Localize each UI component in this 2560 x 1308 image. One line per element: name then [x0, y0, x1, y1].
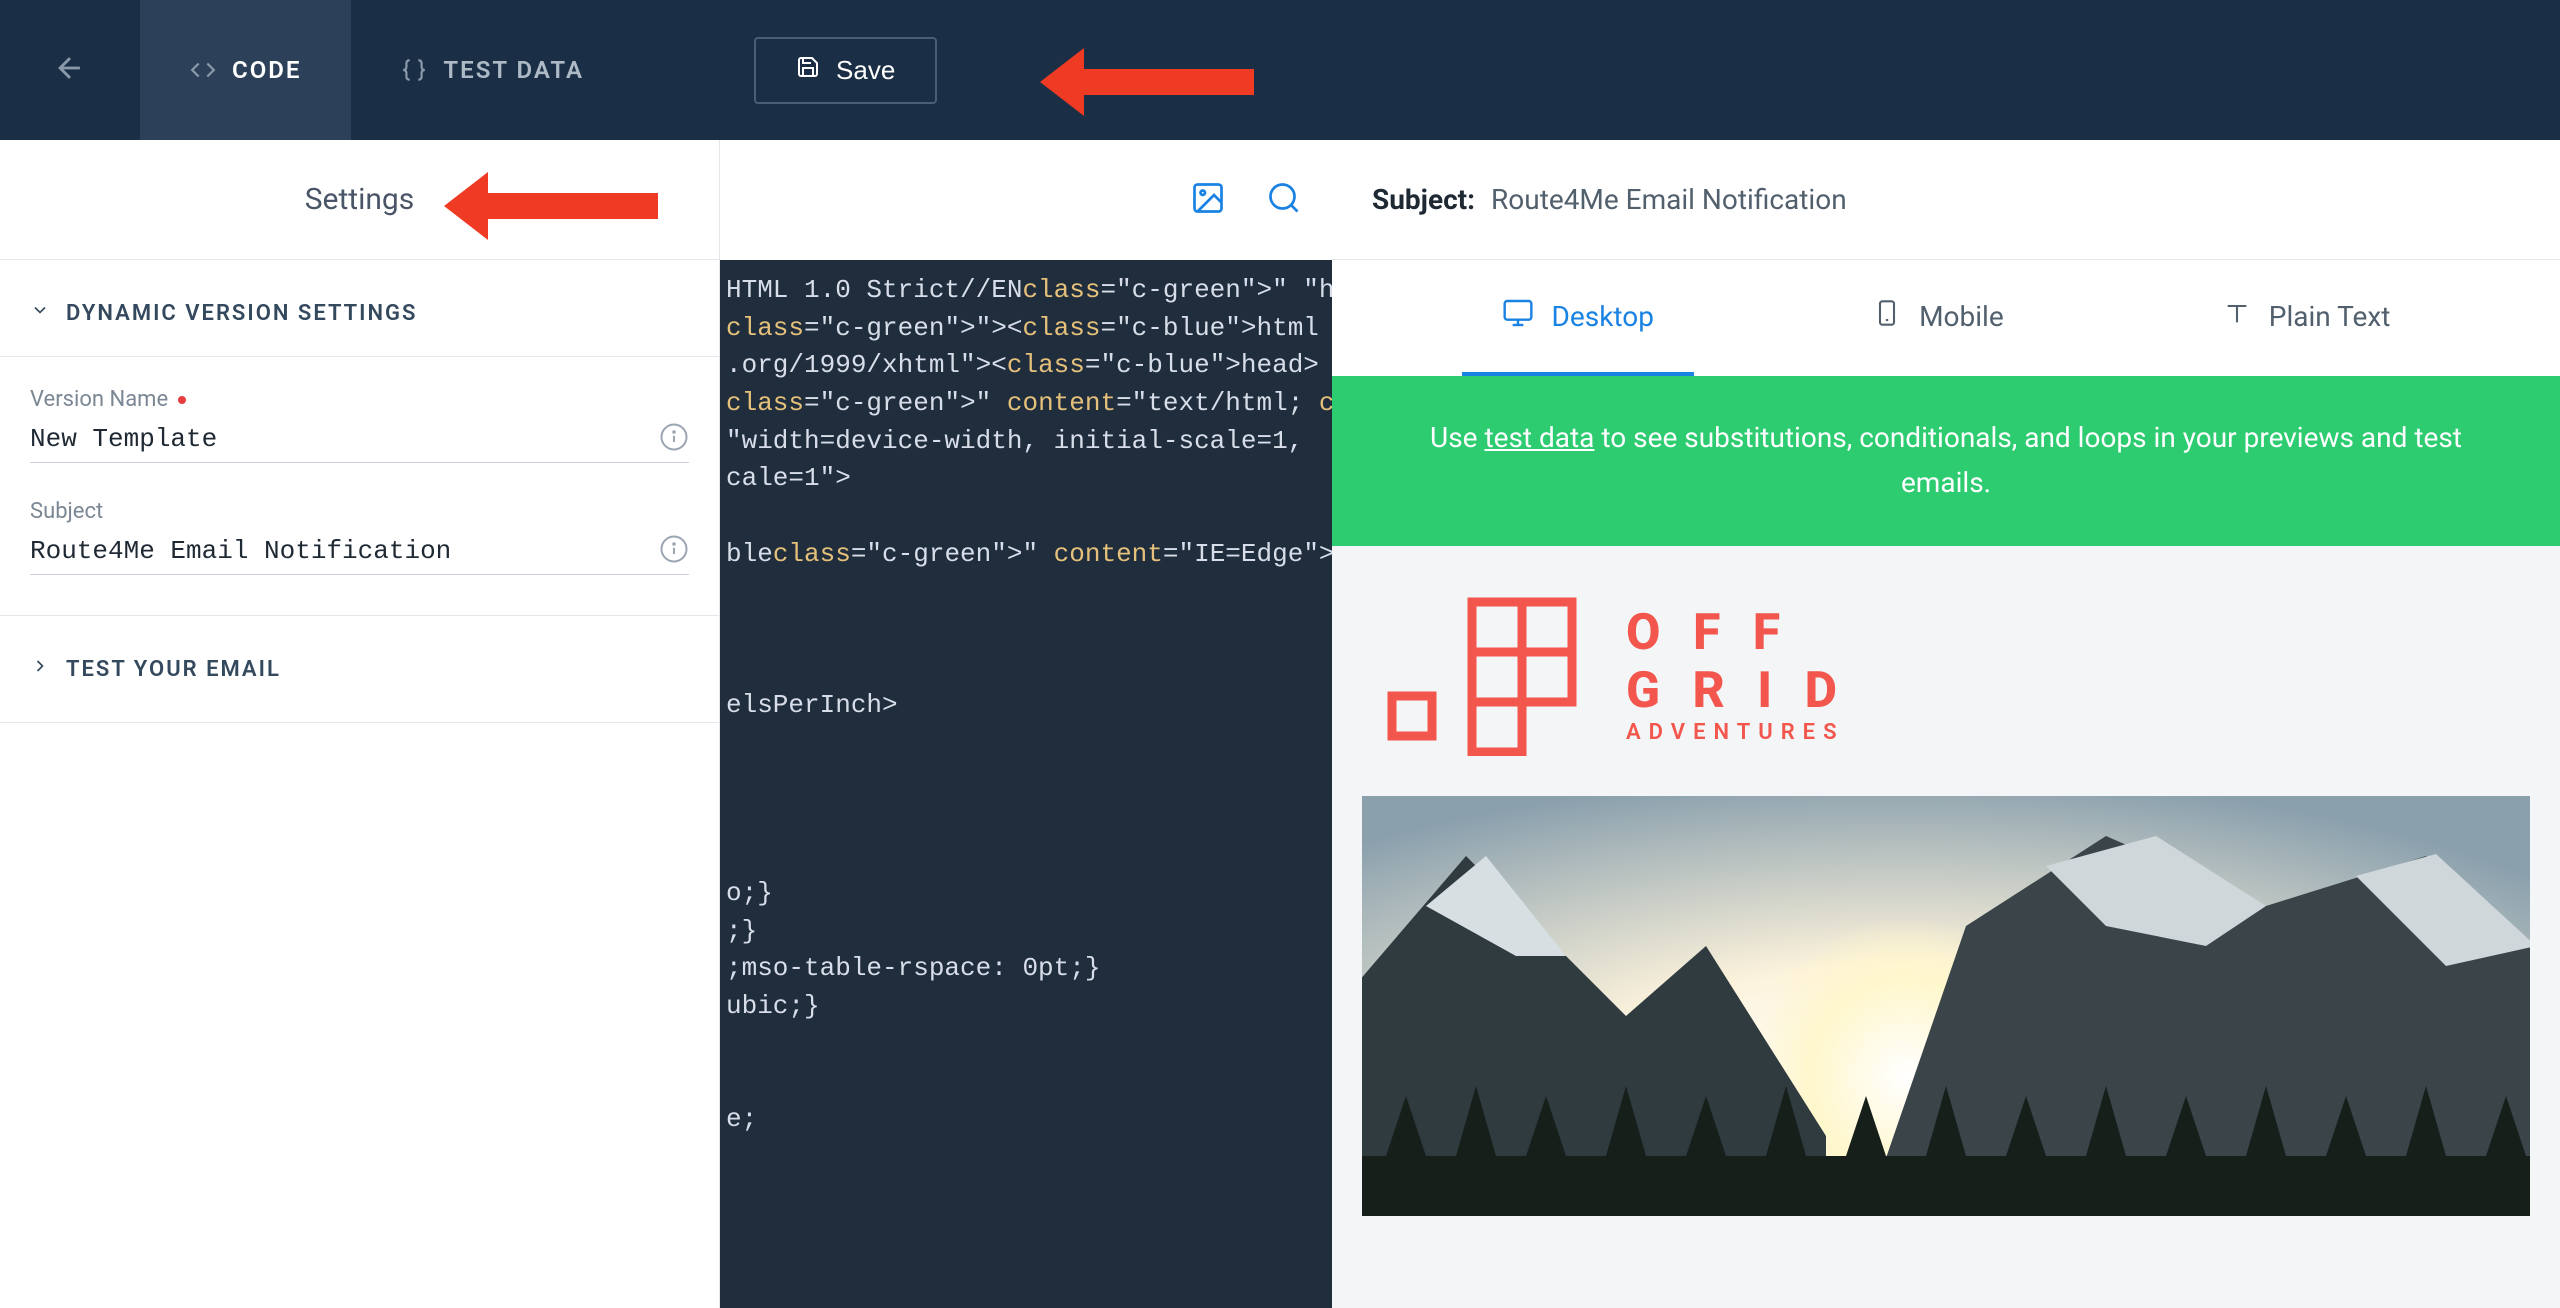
- version-name-label-text: Version Name: [30, 387, 168, 412]
- code-icon: [190, 57, 216, 83]
- info-icon[interactable]: [659, 534, 689, 568]
- mobile-icon: [1873, 299, 1901, 334]
- subject-row: [30, 534, 689, 575]
- tab-code-label: CODE: [232, 56, 301, 84]
- testdata-banner: Use test data to see substitutions, cond…: [1332, 376, 2560, 546]
- tab-testdata-label: TEST DATA: [443, 56, 584, 84]
- dynamic-version-label: DYNAMIC VERSION SETTINGS: [66, 301, 417, 326]
- desktop-icon: [1502, 297, 1534, 336]
- email-preview-body: O F F G R I D ADVENTURES: [1332, 546, 2560, 1308]
- info-icon[interactable]: [659, 422, 689, 456]
- banner-text-pre: Use: [1430, 421, 1484, 454]
- testdata-link[interactable]: test data: [1484, 421, 1594, 454]
- arrow-left-head-icon: [1040, 48, 1084, 116]
- settings-tab[interactable]: Settings: [305, 182, 415, 217]
- settings-panel: Settings DYNAMIC VERSION SETTINGS Versio…: [0, 140, 720, 1308]
- chevron-right-icon: [30, 656, 50, 682]
- save-button-label: Save: [836, 55, 895, 86]
- brand-text: O F F G R I D ADVENTURES: [1626, 605, 1847, 745]
- braces-icon: [401, 57, 427, 83]
- arrow-annotation-settings: [444, 172, 658, 240]
- banner-text-post: to see substitutions, conditionals, and …: [1594, 421, 2462, 499]
- tab-mobile[interactable]: Mobile: [1833, 260, 2044, 376]
- subject-label: Subject: [30, 499, 689, 524]
- arrow-left-head-icon: [444, 172, 488, 240]
- tab-plaintext[interactable]: Plain Text: [2183, 260, 2431, 376]
- main: Settings DYNAMIC VERSION SETTINGS Versio…: [0, 140, 2560, 1308]
- save-button[interactable]: Save: [754, 37, 937, 104]
- test-your-email-section[interactable]: TEST YOUR EMAIL: [0, 616, 719, 723]
- hero-image: [1362, 796, 2530, 1216]
- tab-desktop-label: Desktop: [1552, 300, 1654, 333]
- preview-panel: Subject: Route4Me Email Notification Des…: [1332, 140, 2560, 1308]
- dynamic-version-section-header[interactable]: DYNAMIC VERSION SETTINGS: [0, 260, 719, 356]
- device-tabs: Desktop Mobile Plain Text: [1332, 260, 2560, 376]
- brand-line2: G R I D: [1626, 663, 1847, 721]
- settings-tab-bar: Settings: [0, 140, 719, 260]
- grid-logo-icon: [1386, 596, 1586, 756]
- tab-code[interactable]: CODE: [140, 0, 351, 140]
- arrow-body-icon: [488, 193, 658, 219]
- code-editor[interactable]: HTML 1.0 Strict//ENclass="c-green">" "ht…: [720, 260, 1332, 1151]
- version-name-input[interactable]: [30, 424, 659, 454]
- tab-plaintext-label: Plain Text: [2269, 300, 2391, 333]
- brand-line1: O F F: [1626, 605, 1847, 663]
- version-name-row: [30, 422, 689, 463]
- brand-line3: ADVENTURES: [1626, 720, 1847, 745]
- arrow-annotation-save: [1040, 48, 1254, 116]
- save-icon: [796, 55, 820, 86]
- preview-subject-label: Subject:: [1372, 183, 1475, 216]
- settings-form: Version Name Subject: [0, 356, 719, 616]
- code-editor-panel: HTML 1.0 Strict//ENclass="c-green">" "ht…: [720, 140, 1332, 1308]
- version-name-label: Version Name: [30, 387, 689, 412]
- subject-input[interactable]: [30, 536, 659, 566]
- editor-toolbar: [720, 140, 1332, 260]
- image-icon[interactable]: [1190, 180, 1226, 220]
- arrow-left-icon: [53, 51, 87, 89]
- required-dot-icon: [178, 396, 186, 404]
- test-your-email-label: TEST YOUR EMAIL: [66, 657, 281, 682]
- topbar: CODE TEST DATA Save: [0, 0, 2560, 140]
- search-icon[interactable]: [1266, 180, 1302, 220]
- tab-mobile-label: Mobile: [1919, 300, 2004, 333]
- back-button[interactable]: [0, 0, 140, 140]
- tab-desktop[interactable]: Desktop: [1462, 260, 1694, 376]
- tab-testdata[interactable]: TEST DATA: [351, 0, 634, 140]
- brand-logo: O F F G R I D ADVENTURES: [1386, 596, 2530, 756]
- subject-label-text: Subject: [30, 499, 103, 524]
- text-icon: [2223, 299, 2251, 334]
- chevron-down-icon: [30, 300, 50, 326]
- preview-subject-bar: Subject: Route4Me Email Notification: [1332, 140, 2560, 260]
- arrow-body-icon: [1084, 69, 1254, 95]
- preview-subject-value: Route4Me Email Notification: [1491, 183, 1847, 216]
